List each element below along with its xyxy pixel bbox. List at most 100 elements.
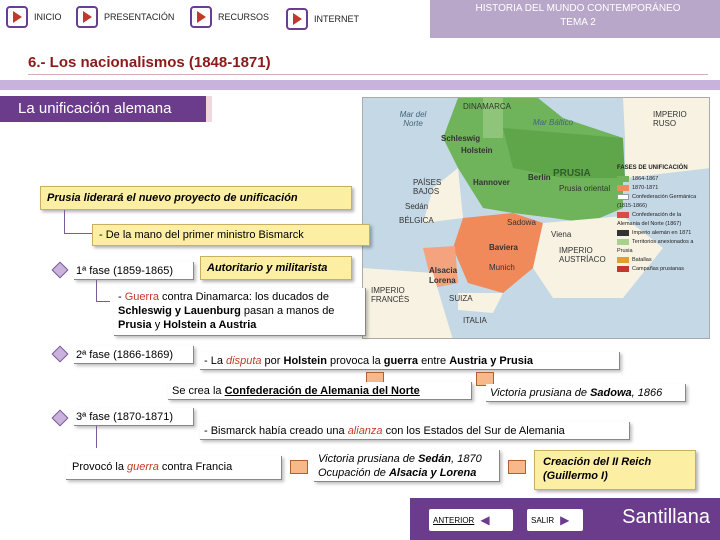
- text: Alsacia y Lorena: [388, 467, 477, 479]
- legend-label: Campañas prusianas: [632, 266, 684, 272]
- legend-item: Confederación Germánica (1815-1866): [617, 193, 703, 211]
- box-alianza: - Bismarck había creado una alianza con …: [200, 422, 630, 440]
- legend-item: 1870-1871: [617, 184, 703, 193]
- map-label-dinamarca: DINAMARCA: [463, 102, 512, 111]
- connector: [96, 280, 110, 302]
- map-label-italia: ITALIA: [463, 316, 487, 325]
- legend-label: Imperio alemán en 1871: [632, 230, 692, 236]
- bullet-diamond-icon: [51, 261, 69, 279]
- arrow-right-icon: [508, 460, 526, 474]
- text: guerra: [383, 355, 419, 367]
- map-label-sadowa: Sadowa: [507, 218, 536, 227]
- legend-item: Imperio alemán en 1871: [617, 229, 703, 238]
- decorative-bar: [0, 80, 720, 90]
- legend-swatch: [617, 211, 629, 218]
- map-label-lorena: Lorena: [429, 276, 456, 285]
- bullet-diamond-icon: [51, 345, 69, 363]
- section-divider: [28, 74, 708, 75]
- text: los ducados de: [254, 291, 329, 303]
- legend-swatch: [617, 229, 629, 236]
- legend-swatch: [617, 175, 629, 182]
- connector: [64, 210, 92, 234]
- map-label-paises-bajos: PAÍSES BAJOS: [413, 178, 442, 196]
- legend-swatch: [617, 193, 629, 200]
- map-label-imperio-frances: IMPERIO FRANCÉS: [371, 286, 410, 304]
- map-label-belgica: BÉLGICA: [399, 216, 434, 225]
- legend-swatch: [617, 256, 629, 263]
- highlight-word: Guerra: [124, 291, 159, 303]
- map-label-suiza: SUIZA: [449, 294, 473, 303]
- nav-inicio-button[interactable]: INICIO: [6, 6, 62, 28]
- box-provoco: Provocó la guerra contra Francia: [66, 456, 282, 480]
- box-confederacion: Se crea la Confederación de Alemania del…: [168, 382, 472, 400]
- anterior-button[interactable]: ANTERIOR ◀: [428, 508, 514, 532]
- text: Holstein a Austria: [163, 319, 257, 331]
- box-autoritario: Autoritario y militarista: [200, 256, 352, 280]
- map-label-mar-baltico: Mar Báltico: [533, 118, 574, 127]
- subtitle-banner: La unificación alemana: [0, 96, 212, 122]
- arrow-right-icon: [286, 8, 308, 30]
- map-label-alsacia: Alsacia: [429, 266, 458, 275]
- text: Confederación de Alemania del Norte: [224, 385, 420, 397]
- box-fase1: 1ª fase (1859-1865): [74, 262, 194, 280]
- header-title-line2: TEMA 2: [560, 17, 596, 28]
- legend-label: Batallas: [632, 257, 652, 263]
- nav-recursos-label: RECURSOS: [218, 12, 270, 22]
- legend-label: 1864-1867: [632, 176, 659, 182]
- arrow-right-icon: ▶: [560, 513, 570, 527]
- arrow-right-icon: [76, 6, 98, 28]
- salir-label: SALIR: [531, 515, 555, 525]
- text: Victoria prusiana de: [318, 453, 419, 465]
- map-label-baviera: Baviera: [489, 243, 518, 252]
- box-guerra-dinamarca: - Guerra contra Dinamarca: los ducados d…: [114, 288, 366, 336]
- text: provoca la: [326, 355, 384, 367]
- text: , 1870: [451, 453, 482, 465]
- legend-swatch: [617, 265, 629, 272]
- box-reich: Creación del II Reich (Guillermo I): [534, 450, 696, 490]
- nav-recursos-button[interactable]: RECURSOS: [190, 6, 269, 28]
- text: por: [261, 355, 284, 367]
- map-label-viena: Viena: [551, 230, 572, 239]
- salir-button[interactable]: SALIR ▶: [526, 508, 584, 532]
- map-label-imperio-austriaco: IMPERIO AUSTRÍACO: [559, 246, 606, 264]
- header-title-line1: HISTORIA DEL MUNDO CONTEMPORÁNEO: [475, 3, 681, 14]
- box-sedan: Victoria prusiana de Sedán, 1870 Ocupaci…: [314, 450, 500, 482]
- box-bismarck: - De la mano del primer ministro Bismarc…: [92, 224, 370, 246]
- map-label-imperio-ruso: IMPERIO RUSO: [653, 110, 687, 128]
- nav-presentacion-label: PRESENTACIÓN: [104, 12, 175, 22]
- highlight-word: disputa: [226, 355, 262, 367]
- text: Victoria prusiana de: [490, 387, 591, 399]
- legend-item: Territorios anexionados a Prusia: [617, 238, 703, 256]
- box-disputa: - La disputa por Holstein provoca la gue…: [200, 352, 620, 370]
- map-label-holstein: Holstein: [461, 146, 493, 155]
- box-fase2: 2ª fase (1866-1869): [74, 346, 194, 364]
- sedan-line2: Ocupación de Alsacia y Lorena: [318, 466, 495, 480]
- text: entre: [418, 355, 450, 367]
- map-legend: FASES DE UNIFICACIÓN 1864-1867 1870-1871…: [617, 164, 703, 274]
- box-fase3: 3ª fase (1870-1871): [74, 408, 194, 426]
- arrow-right-icon: [6, 6, 28, 28]
- map-label-munich: Munich: [489, 263, 515, 272]
- legend-item: Confederación de la Alemania del Norte (…: [617, 211, 703, 229]
- arrow-right-icon: [290, 460, 308, 474]
- arrow-right-icon: [190, 6, 212, 28]
- text: contra Dinamarca:: [158, 291, 255, 303]
- text: contra Francia: [158, 461, 233, 473]
- nav-internet-button[interactable]: INTERNET: [286, 8, 359, 30]
- nav-presentacion-button[interactable]: PRESENTACIÓN: [76, 6, 174, 28]
- map-label-mar-norte: Mar del Norte: [399, 110, 427, 128]
- text: Prusia: [118, 319, 152, 331]
- nav-internet-label: INTERNET: [314, 14, 359, 24]
- bullet-diamond-icon: [51, 409, 69, 427]
- legend-label: 1870-1871: [632, 185, 659, 191]
- text: Sadowa: [590, 387, 632, 399]
- nav-inicio-label: INICIO: [34, 12, 62, 22]
- text: Provocó la: [72, 461, 128, 473]
- map-label-prusia-oriental: Prusia oriental: [559, 184, 611, 193]
- arrow-left-icon: ◀: [480, 513, 490, 527]
- anterior-label: ANTERIOR: [433, 515, 475, 525]
- text: -: [118, 291, 125, 303]
- text: Schleswig y Lauenburg: [118, 305, 241, 317]
- header-title: HISTORIA DEL MUNDO CONTEMPORÁNEO TEMA 2: [448, 2, 708, 30]
- connector: [96, 426, 97, 448]
